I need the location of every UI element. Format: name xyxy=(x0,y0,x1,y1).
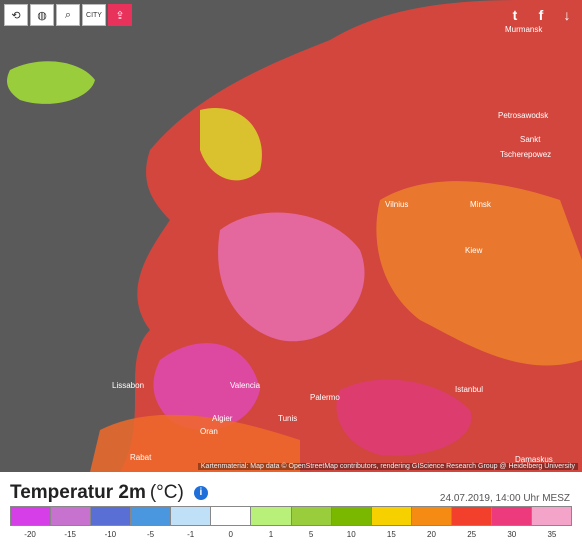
legend-title: Temperatur 2m xyxy=(10,482,146,503)
scale-tick-label: -1 xyxy=(187,530,195,539)
scale-tick-label: 30 xyxy=(507,530,517,539)
scale-swatch xyxy=(532,507,572,525)
scale-tick-label: 10 xyxy=(346,530,356,539)
info-icon[interactable]: i xyxy=(193,486,208,500)
city-label: Algier xyxy=(212,414,233,423)
scale-swatch xyxy=(331,507,372,525)
city-label: Tunis xyxy=(278,414,297,423)
scale-swatch xyxy=(251,507,292,525)
city-label: Petrosawodsk xyxy=(498,111,549,120)
city-labels-layer: Murmansk Petrosawodsk Tscherepowez Vilnius M… xyxy=(112,25,553,464)
scale-swatch xyxy=(11,507,52,525)
city-label: Oran xyxy=(200,427,218,436)
scale-swatch xyxy=(491,507,533,525)
scale-swatch xyxy=(451,507,492,525)
scale-swatch xyxy=(51,507,92,525)
city-label: Valencia xyxy=(230,381,261,390)
city-label: Sankt xyxy=(520,135,541,144)
temperature-map[interactable]: ⟲ ◍ ⌕ CITY ⇪ t f ↓ Murmansk Petrosawodsk T… xyxy=(0,0,582,472)
city-label: Vilnius xyxy=(385,200,408,209)
city-label: Minsk xyxy=(470,200,492,209)
color-scale-ticks: -20 -15 -10 -5 -1 0 1 5 10 15 20 25 30 35 xyxy=(10,530,572,542)
scale-tick-label: 25 xyxy=(467,530,477,539)
scale-tick-label: 20 xyxy=(427,530,436,539)
scale-tick-label: -15 xyxy=(64,530,76,539)
scale-tick-label: -5 xyxy=(146,530,155,539)
scale-swatch xyxy=(291,507,332,525)
timestamp: 24.07.2019, 14:00 Uhr MESZ xyxy=(439,493,570,504)
city-label: Murmansk xyxy=(505,25,543,34)
scale-tick-label: 5 xyxy=(308,530,314,539)
legend-unit: (°C) xyxy=(149,482,184,503)
scale-swatch xyxy=(171,507,212,525)
city-label: Kiew xyxy=(465,246,483,255)
city-label: Tscherepowez xyxy=(500,150,551,159)
scale-tick-label: -10 xyxy=(104,530,117,539)
scale-swatch xyxy=(211,507,252,525)
legend-title-row: Temperatur 2m (°C) i xyxy=(10,482,208,504)
scale-swatch xyxy=(91,507,132,525)
city-label: Istanbul xyxy=(455,385,483,394)
color-scale-bar xyxy=(10,506,572,526)
city-label: Lissabon xyxy=(112,381,144,390)
scale-swatch xyxy=(131,507,172,525)
scale-tick-label: 15 xyxy=(386,530,396,539)
scale-tick-label: -20 xyxy=(24,530,36,539)
city-label: Palermo xyxy=(310,393,340,402)
scale-swatch xyxy=(411,507,452,525)
scale-swatch xyxy=(371,507,412,525)
scale-tick-label: 1 xyxy=(268,530,274,539)
map-attribution: Kartenmaterial: Map data © OpenStreetMap… xyxy=(197,463,578,470)
city-label: Rabat xyxy=(130,453,152,462)
scale-tick-label: 35 xyxy=(547,530,557,539)
scale-tick-label: 0 xyxy=(228,530,234,539)
